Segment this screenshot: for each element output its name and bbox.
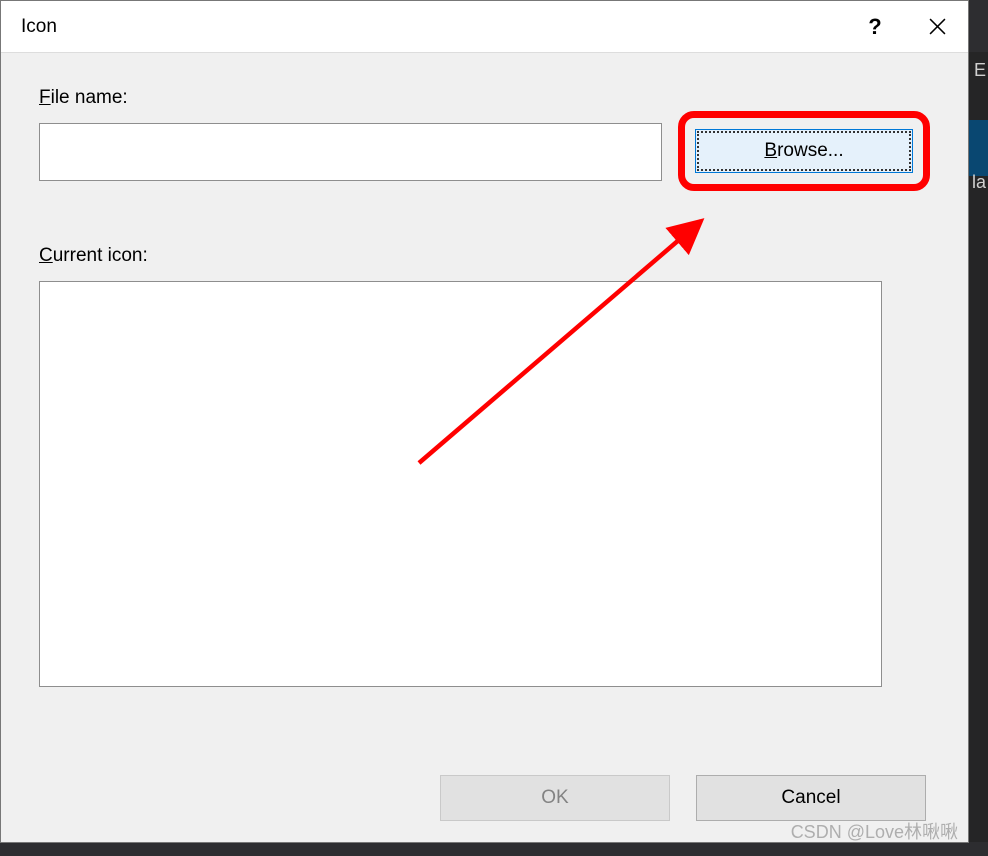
file-name-row: Browse... [39,123,930,203]
help-button[interactable]: ? [844,1,906,53]
bg-text: E [974,60,986,81]
ok-button: OK [440,775,670,821]
close-icon [929,18,946,35]
dialog-title: Icon [21,16,844,38]
icon-dialog: Icon ? File name: Browse... Current icon… [0,0,969,843]
file-name-input[interactable] [39,123,662,181]
close-button[interactable] [906,1,968,53]
watermark-text: CSDN @Love林啾啾 [791,818,958,844]
titlebar: Icon ? [1,1,968,53]
current-icon-label: Current icon: [39,245,930,267]
cancel-button[interactable]: Cancel [696,775,926,821]
annotation-highlight-box: Browse... [678,111,930,191]
bg-text: la [972,172,986,193]
dialog-content: File name: Browse... Current icon: [1,53,968,762]
current-icon-preview [39,281,882,687]
browse-button[interactable]: Browse... [695,129,913,173]
file-name-label: File name: [39,87,930,109]
background-selection [969,120,988,176]
